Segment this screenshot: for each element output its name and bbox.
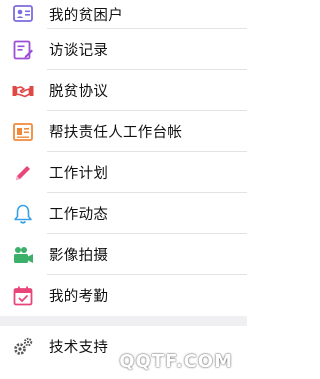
gears-icon [12,336,34,358]
menu-item-work-updates[interactable]: 工作动态 [0,193,247,234]
menu-item-label: 帮扶责任人工作台帐 [49,125,183,141]
menu-item-work-plan[interactable]: 工作计划 [0,152,247,193]
video-camera-icon [12,244,34,266]
menu-item-video-capture[interactable]: 影像拍摄 [0,234,247,275]
ledger-icon [12,121,34,143]
menu-item-label: 工作动态 [49,207,109,223]
menu-item-label: 脱贫协议 [49,84,109,100]
menu-item-my-attendance[interactable]: 我的考勤 [0,275,247,316]
main-menu: 我的贫困户 访谈记录 脱贫协议 帮扶责任人工作台帐 工作计划 工作动态 影像拍摄… [0,0,247,316]
handshake-icon [12,80,34,102]
menu-item-interview-records[interactable]: 访谈记录 [0,29,247,70]
menu-item-label: 访谈记录 [49,43,109,59]
edit-document-icon [12,39,34,61]
pencil-icon [12,162,34,184]
menu-item-label: 我的考勤 [49,289,109,305]
technical-support-label: 技术支持 [49,340,109,356]
menu-item-label: 影像拍摄 [49,248,109,264]
menu-item-poverty-agreement[interactable]: 脱贫协议 [0,70,247,111]
bell-icon [12,203,34,225]
user-card-icon [12,4,34,26]
menu-item-assistance-ledger[interactable]: 帮扶责任人工作台帐 [0,111,247,152]
menu-screen: 我的贫困户 访谈记录 脱贫协议 帮扶责任人工作台帐 工作计划 工作动态 影像拍摄… [0,0,247,379]
menu-item-label: 我的贫困户 [49,8,123,24]
site-watermark: QQTF.COM [119,351,233,372]
calendar-check-icon [12,285,34,307]
menu-item-label: 工作计划 [49,166,109,182]
section-separator [0,316,247,326]
menu-item-my-poor-households[interactable]: 我的贫困户 [0,0,247,29]
